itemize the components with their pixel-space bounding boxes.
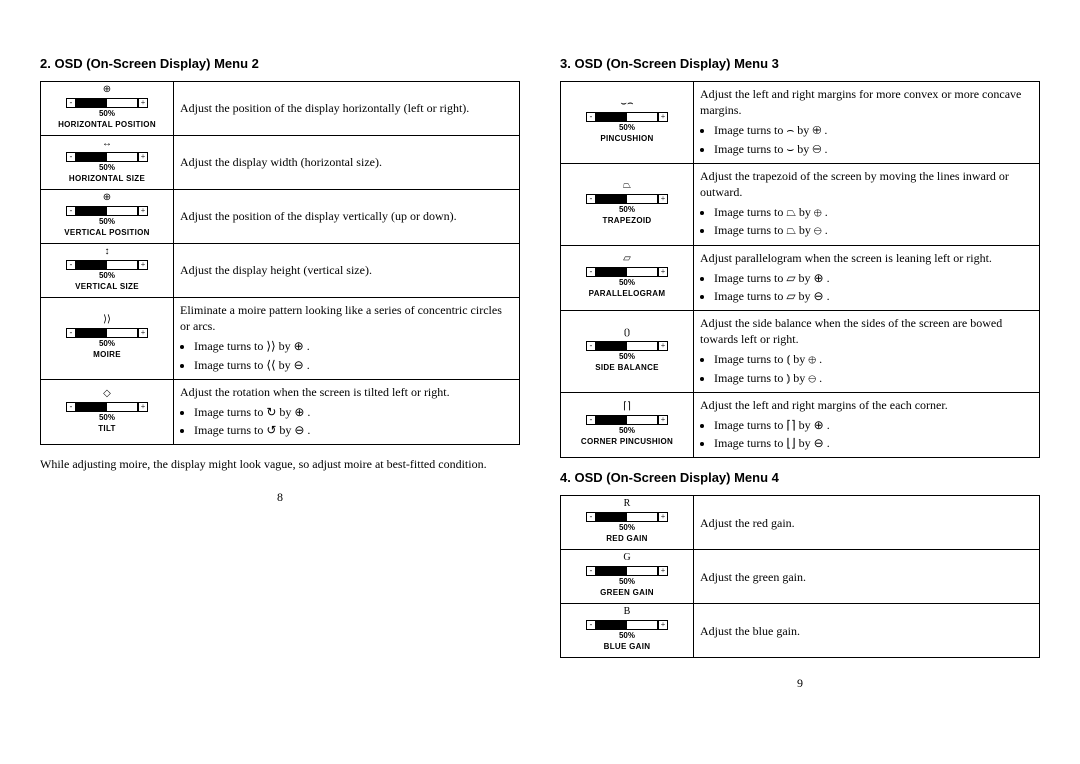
table-row: ⌈⌉ -+ 50% CORNER PINCUSHION Adjust the l…: [561, 392, 1040, 458]
slider-bluegain: B -+ 50% BLUE GAIN: [586, 608, 668, 651]
vsize-icon: ↕: [66, 248, 148, 258]
moire-icon: ⟩⟩: [66, 316, 148, 326]
table-row: ↕ -+ 50% VERTICAL SIZE Adjust the displa…: [41, 244, 520, 298]
table-row: ⟩⟩ -+ 50% MOIRE Eliminate a moire patter…: [41, 298, 520, 380]
desc-redgain: Adjust the red gain.: [694, 496, 1040, 550]
tilt-icon: ◇: [66, 390, 148, 400]
section-heading-menu3: 3. OSD (On-Screen Display) Menu 3: [560, 56, 1040, 71]
osd-table-menu4: R -+ 50% RED GAIN Adjust the red gain. G…: [560, 495, 1040, 658]
table-row: ↔ -+ 50% HORIZONTAL SIZE Adjust the disp…: [41, 136, 520, 190]
table-row: G -+ 50% GREEN GAIN Adjust the green gai…: [561, 550, 1040, 604]
desc-parallelogram: Adjust parallelogram when the screen is …: [694, 245, 1040, 311]
page-number-left: 8: [40, 490, 520, 505]
page-right: 3. OSD (On-Screen Display) Menu 3 ⌣⌢ -+ …: [560, 50, 1040, 691]
slider-sidebalance: ⦅⦆ -+ 50% SIDE BALANCE: [586, 329, 668, 372]
section-heading-menu2: 2. OSD (On-Screen Display) Menu 2: [40, 56, 520, 71]
table-row: R -+ 50% RED GAIN Adjust the red gain.: [561, 496, 1040, 550]
desc-moire: Eliminate a moire pattern looking like a…: [174, 298, 520, 380]
table-row: ▱ -+ 50% PARALLELOGRAM Adjust parallelog…: [561, 245, 1040, 311]
greengain-icon: G: [586, 554, 668, 564]
section-heading-menu4: 4. OSD (On-Screen Display) Menu 4: [560, 470, 1040, 485]
table-row: ⊕ -+ 50% VERTICAL POSITION Adjust the po…: [41, 190, 520, 244]
bluegain-icon: B: [586, 608, 668, 618]
desc-bluegain: Adjust the blue gain.: [694, 604, 1040, 658]
desc-vsize: Adjust the display height (vertical size…: [174, 244, 520, 298]
desc-hpos: Adjust the position of the display horiz…: [174, 82, 520, 136]
slider-trapezoid: ⏢ -+ 50% TRAPEZOID: [586, 182, 668, 225]
slider-vsize: ↕ -+ 50% VERTICAL SIZE: [66, 248, 148, 291]
desc-greengain: Adjust the green gain.: [694, 550, 1040, 604]
document-spread: 2. OSD (On-Screen Display) Menu 2 ⊕ -+ 5…: [0, 0, 1080, 711]
table-row: ⏢ -+ 50% TRAPEZOID Adjust the trapezoid …: [561, 163, 1040, 245]
table-row: ⊕ -+ 50% HORIZONTAL POSITION Adjust the …: [41, 82, 520, 136]
desc-pincushion: Adjust the left and right margins for mo…: [694, 82, 1040, 164]
desc-trapezoid: Adjust the trapezoid of the screen by mo…: [694, 163, 1040, 245]
slider-moire: ⟩⟩ -+ 50% MOIRE: [66, 316, 148, 359]
slider-tilt: ◇ -+ 50% TILT: [66, 390, 148, 433]
trapezoid-icon: ⏢: [586, 182, 668, 192]
slider-greengain: G -+ 50% GREEN GAIN: [586, 554, 668, 597]
table-row: ⦅⦆ -+ 50% SIDE BALANCE Adjust the side b…: [561, 311, 1040, 393]
sidebalance-icon: ⦅⦆: [586, 329, 668, 339]
page-number-right: 9: [560, 676, 1040, 691]
vpos-icon: ⊕: [64, 194, 149, 204]
parallelogram-icon: ▱: [586, 255, 668, 265]
hsize-icon: ↔: [66, 140, 148, 150]
osd-table-menu3: ⌣⌢ -+ 50% PINCUSHION Adjust the left and…: [560, 81, 1040, 458]
table-row: B -+ 50% BLUE GAIN Adjust the blue gain.: [561, 604, 1040, 658]
slider-pincushion: ⌣⌢ -+ 50% PINCUSHION: [586, 100, 668, 143]
slider-vpos: ⊕ -+ 50% VERTICAL POSITION: [64, 194, 149, 237]
desc-hsize: Adjust the display width (horizontal siz…: [174, 136, 520, 190]
pincushion-icon: ⌣⌢: [586, 100, 668, 110]
desc-cornerpin: Adjust the left and right margins of the…: [694, 392, 1040, 458]
slider-hsize: ↔ -+ 50% HORIZONTAL SIZE: [66, 140, 148, 183]
moire-note: While adjusting moire, the display might…: [40, 457, 520, 472]
slider-cornerpin: ⌈⌉ -+ 50% CORNER PINCUSHION: [581, 403, 673, 446]
slider-hpos: ⊕ -+ 50% HORIZONTAL POSITION: [58, 86, 156, 129]
redgain-icon: R: [586, 500, 668, 510]
desc-sidebalance: Adjust the side balance when the sides o…: [694, 311, 1040, 393]
desc-vpos: Adjust the position of the display verti…: [174, 190, 520, 244]
slider-parallelogram: ▱ -+ 50% PARALLELOGRAM: [586, 255, 668, 298]
table-row: ◇ -+ 50% TILT Adjust the rotation when t…: [41, 379, 520, 445]
page-left: 2. OSD (On-Screen Display) Menu 2 ⊕ -+ 5…: [40, 50, 520, 691]
hpos-icon: ⊕: [58, 86, 156, 96]
table-row: ⌣⌢ -+ 50% PINCUSHION Adjust the left and…: [561, 82, 1040, 164]
slider-redgain: R -+ 50% RED GAIN: [586, 500, 668, 543]
desc-tilt: Adjust the rotation when the screen is t…: [174, 379, 520, 445]
osd-table-menu2: ⊕ -+ 50% HORIZONTAL POSITION Adjust the …: [40, 81, 520, 445]
cornerpin-icon: ⌈⌉: [581, 403, 673, 413]
